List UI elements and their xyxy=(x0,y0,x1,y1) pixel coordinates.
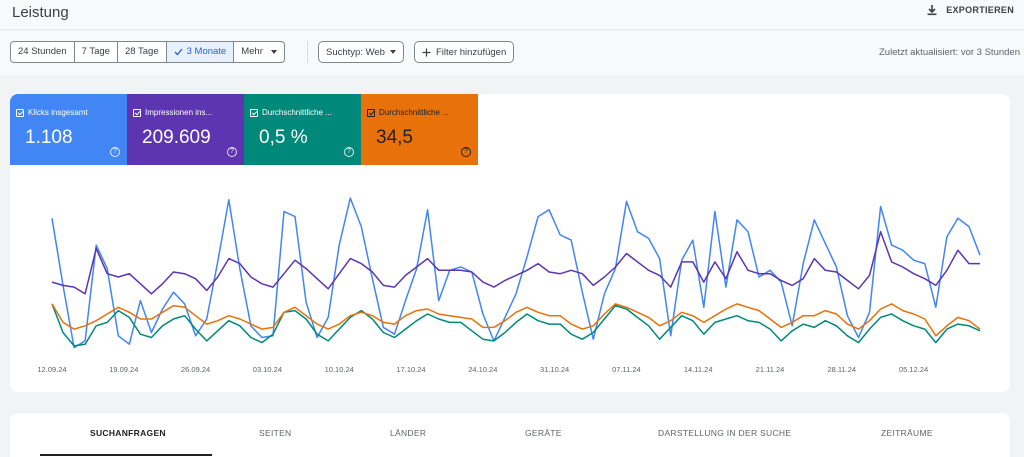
tab-search-appearance[interactable]: DARSTELLUNG IN DER SUCHE xyxy=(658,428,791,438)
x-tick-label: 14.11.24 xyxy=(684,365,713,374)
metric-label: Durchschnittliche ... xyxy=(262,108,332,117)
export-label: EXPORTIEREN xyxy=(946,5,1014,15)
checkbox-icon[interactable] xyxy=(16,108,24,117)
x-tick-label: 17.10.24 xyxy=(396,365,425,374)
search-type-dropdown[interactable]: Suchtyp: Web xyxy=(318,41,404,63)
date-range-more[interactable]: Mehr xyxy=(234,42,284,62)
help-icon[interactable]: ? xyxy=(227,147,237,157)
date-range-label: 28 Tage xyxy=(124,46,159,57)
tab-devices[interactable]: GERÄTE xyxy=(525,428,562,438)
page-title: Leistung xyxy=(12,4,69,21)
date-range-label: 24 Stunden xyxy=(18,46,67,57)
checkbox-icon[interactable] xyxy=(367,108,375,117)
checkmark-icon xyxy=(174,48,183,56)
date-range-7d[interactable]: 7 Tage xyxy=(75,42,118,62)
export-button[interactable]: EXPORTIEREN xyxy=(926,4,1014,16)
date-range-label: Mehr xyxy=(241,46,263,57)
metric-label: Durchschnittliche ... xyxy=(379,108,449,117)
chevron-down-icon xyxy=(270,50,277,54)
top-bar: Leistung EXPORTIEREN xyxy=(0,0,1024,30)
help-icon[interactable]: ? xyxy=(461,147,471,157)
x-tick-label: 10.10.24 xyxy=(325,365,354,374)
active-tab-indicator xyxy=(40,454,212,456)
x-tick-label: 12.09.24 xyxy=(37,365,66,374)
date-range-label: 3 Monate xyxy=(186,46,227,57)
download-icon xyxy=(927,5,937,16)
x-tick-label: 21.11.24 xyxy=(756,365,785,374)
filter-divider xyxy=(307,41,308,63)
x-tick-label: 31.10.24 xyxy=(540,365,569,374)
plus-icon xyxy=(422,48,431,56)
metric-value: 34,5 xyxy=(376,127,413,148)
help-icon[interactable]: ? xyxy=(344,147,354,157)
date-range-24h[interactable]: 24 Stunden xyxy=(11,42,75,62)
tab-countries[interactable]: LÄNDER xyxy=(390,428,426,438)
metric-card-impressions[interactable]: Impressionen ins... 209.609 ? xyxy=(127,94,244,165)
metric-value: 1.108 xyxy=(25,127,73,148)
x-tick-label: 19.09.24 xyxy=(109,365,138,374)
series-line-3 xyxy=(51,303,981,337)
metric-label: Klicks insgesamt xyxy=(28,108,88,117)
checkbox-icon[interactable] xyxy=(250,108,258,117)
last-updated: Zuletzt aktualisiert: vor 3 Stunden xyxy=(879,47,1020,58)
x-tick-label: 28.11.24 xyxy=(827,365,856,374)
x-tick-label: 26.09.24 xyxy=(181,365,210,374)
checkbox-icon[interactable] xyxy=(133,108,141,117)
x-tick-label: 24.10.24 xyxy=(468,365,497,374)
tab-pages[interactable]: SEITEN xyxy=(259,428,292,438)
chevron-down-icon xyxy=(389,50,396,54)
search-type-label: Suchtyp: Web xyxy=(326,46,385,58)
tab-dates[interactable]: ZEITRÄUME xyxy=(881,428,933,438)
metric-card-position[interactable]: Durchschnittliche ... 34,5 ? xyxy=(361,94,478,165)
metric-card-ctr[interactable]: Durchschnittliche ... 0,5 % ? xyxy=(244,94,361,165)
metric-card-clicks[interactable]: Klicks insgesamt 1.108 ? xyxy=(10,94,127,165)
tab-queries[interactable]: SUCHANFRAGEN xyxy=(90,428,166,438)
filter-bar: 24 Stunden 7 Tage 28 Tage 3 Monate Mehr … xyxy=(0,31,1024,75)
dimension-tabs: SUCHANFRAGEN SEITEN LÄNDER GERÄTE DARSTE… xyxy=(10,413,1010,457)
add-filter-label: Filter hinzufügen xyxy=(436,46,507,58)
metric-label: Impressionen ins... xyxy=(145,108,213,117)
date-range-3m[interactable]: 3 Monate xyxy=(166,42,235,62)
metric-value: 0,5 % xyxy=(259,127,308,148)
date-range-selector: 24 Stunden 7 Tage 28 Tage 3 Monate Mehr xyxy=(10,41,285,63)
series-line-0 xyxy=(51,197,981,349)
x-tick-label: 05.12.24 xyxy=(899,365,928,374)
add-filter-button[interactable]: Filter hinzufügen xyxy=(414,41,515,63)
performance-card: 12.09.24 19.09.24 26.09.24 03.10.24 10.10.24… xyxy=(10,94,1010,392)
x-tick-label: 07.11.24 xyxy=(612,365,641,374)
x-tick-label: 03.10.24 xyxy=(253,365,282,374)
series-line-2 xyxy=(51,303,981,347)
metric-value: 209.609 xyxy=(142,127,211,148)
date-range-label: 7 Tage xyxy=(81,46,110,57)
date-range-28d[interactable]: 28 Tage xyxy=(118,42,167,62)
help-icon[interactable]: ? xyxy=(110,147,120,157)
